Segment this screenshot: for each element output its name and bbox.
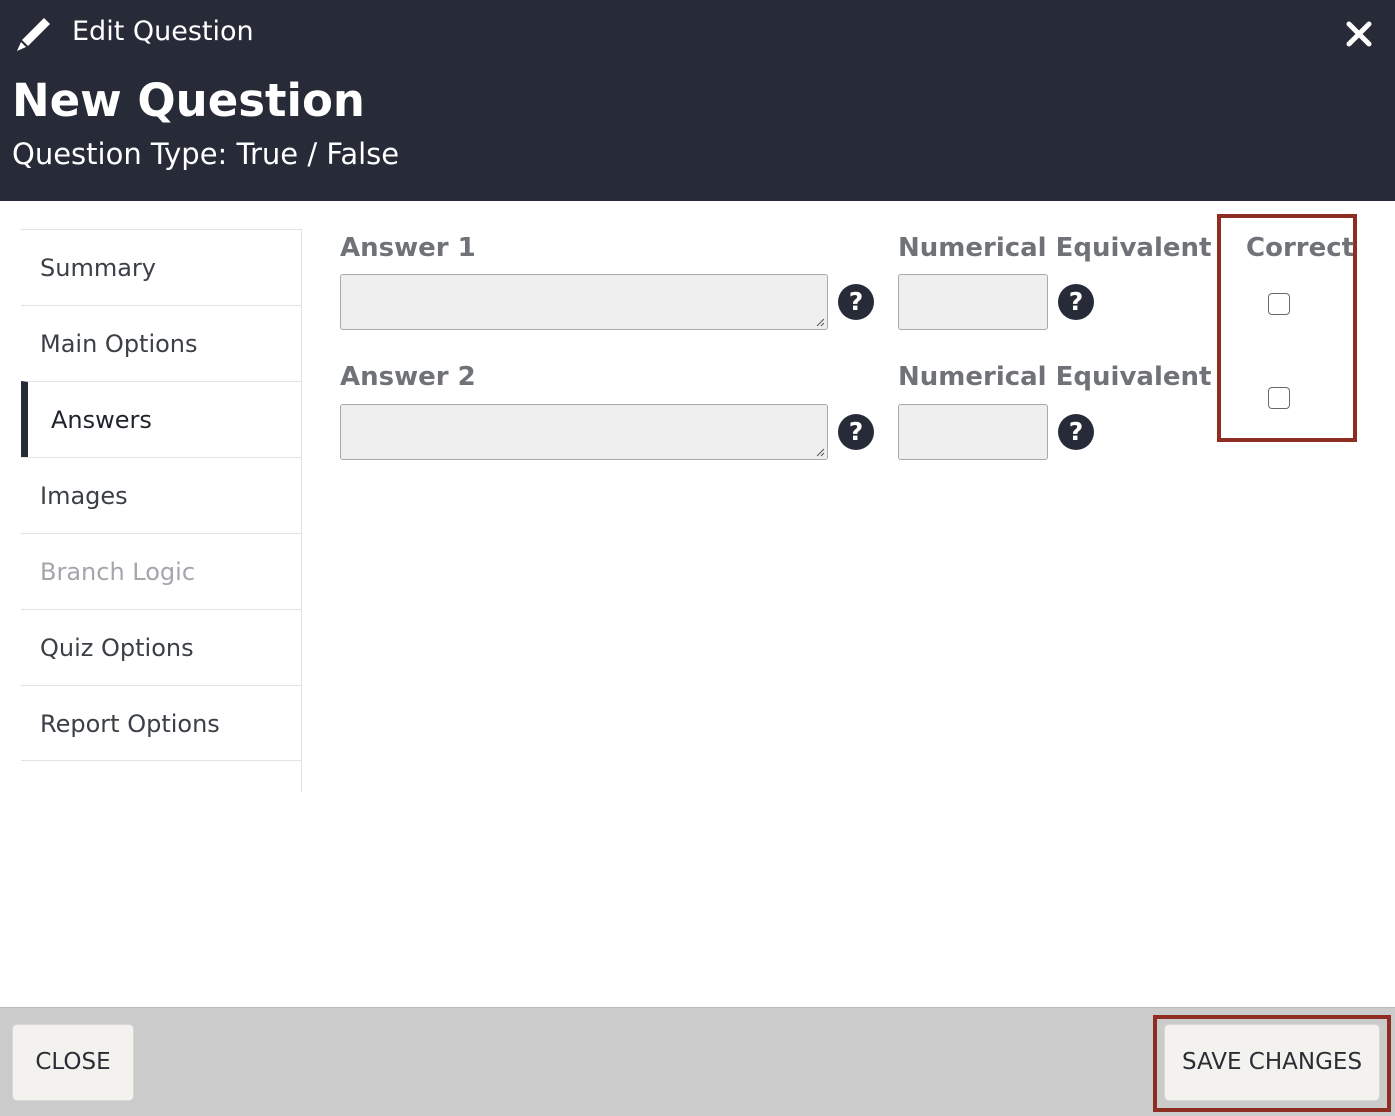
answer-2-input[interactable] [340,404,828,460]
dialog-title: Edit Question [72,16,254,47]
answer-2-label: Answer 2 [340,362,476,392]
answer-2-help-icon[interactable]: ? [838,414,874,450]
close-button[interactable]: CLOSE [12,1024,134,1101]
answer-1-help-icon[interactable]: ? [838,284,874,320]
numerical-2-help-icon[interactable]: ? [1058,414,1094,450]
answer-2-correct-checkbox[interactable] [1268,387,1290,409]
sidebar-item-summary[interactable]: Summary [21,229,301,305]
question-title: New Question [12,74,365,127]
numerical-equivalent-1-input[interactable] [898,274,1048,330]
sidebar-item-answers[interactable]: Answers [21,381,301,457]
numerical-equivalent-2-label: Numerical Equivalent [898,362,1212,392]
correct-label: Correct [1246,233,1355,263]
sidebar-item-images[interactable]: Images [21,457,301,533]
save-changes-button[interactable]: SAVE CHANGES [1164,1024,1380,1101]
answer-1-correct-checkbox[interactable] [1268,293,1290,315]
resize-grip-icon[interactable] [814,446,825,457]
numerical-1-help-icon[interactable]: ? [1058,284,1094,320]
dialog-header: Edit Question New Question Question Type… [0,0,1395,201]
dialog-footer: CLOSE SAVE CHANGES [0,1007,1395,1116]
numerical-equivalent-2-input[interactable] [898,404,1048,460]
sidebar-nav: Summary Main Options Answers Images Bran… [21,229,302,792]
sidebar-item-branch-logic: Branch Logic [21,533,301,609]
resize-grip-icon[interactable] [814,316,825,327]
sidebar-item-main-options[interactable]: Main Options [21,305,301,381]
answer-1-input[interactable] [340,274,828,330]
answer-1-label: Answer 1 [340,233,476,263]
sidebar-item-quiz-options[interactable]: Quiz Options [21,609,301,685]
close-icon[interactable] [1340,18,1378,50]
pencil-icon [17,18,50,51]
question-type: Question Type: True / False [12,137,400,171]
numerical-equivalent-1-label: Numerical Equivalent [898,233,1212,263]
sidebar-item-report-options[interactable]: Report Options [21,685,301,761]
